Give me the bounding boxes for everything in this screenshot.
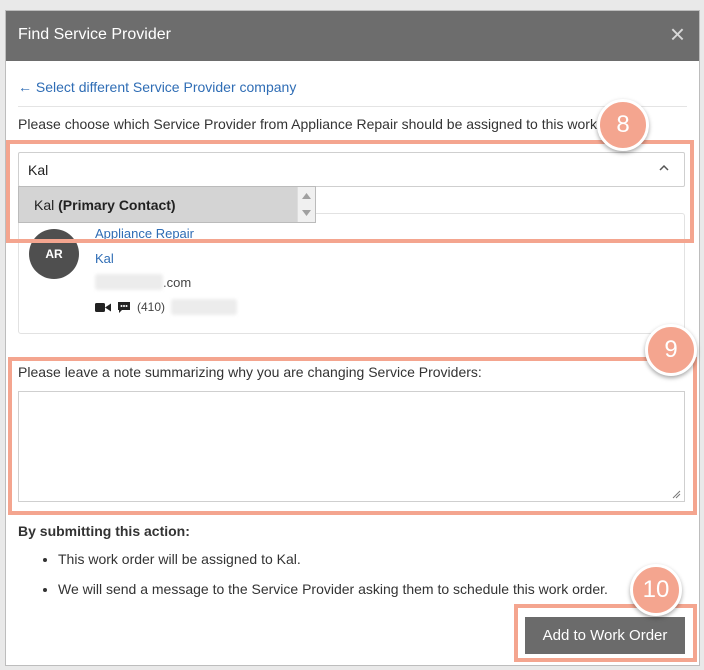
annotation-step-9-badge: 9 bbox=[645, 324, 697, 376]
chat-icon[interactable] bbox=[117, 301, 131, 314]
provider-phone: (410) bbox=[95, 299, 238, 315]
select-different-company-link[interactable]: ← Select different Service Provider comp… bbox=[18, 79, 296, 95]
provider-choice-prompt: Please choose which Service Provider fro… bbox=[18, 116, 638, 132]
annotation-step-10-badge: 10 bbox=[630, 564, 682, 616]
list-item: We will send a message to the Service Pr… bbox=[58, 581, 698, 597]
submit-heading: By submitting this action: bbox=[18, 523, 190, 539]
annotation-highlight-button bbox=[514, 604, 697, 662]
annotation-step-8-badge: 8 bbox=[597, 99, 649, 151]
modal-header: Find Service Provider × bbox=[6, 11, 699, 61]
close-icon[interactable]: × bbox=[670, 21, 685, 47]
find-service-provider-modal: Find Service Provider × ← Select differe… bbox=[5, 10, 700, 666]
provider-email: .com bbox=[95, 274, 191, 290]
submit-consequences-list: This work order will be assigned to Kal.… bbox=[18, 551, 698, 611]
divider bbox=[18, 106, 687, 107]
email-suffix: .com bbox=[163, 274, 192, 290]
video-camera-icon[interactable] bbox=[95, 302, 111, 313]
phone-prefix: (410) bbox=[137, 300, 166, 314]
provider-contact-link[interactable]: Kal bbox=[95, 251, 114, 266]
redacted-email bbox=[95, 274, 163, 290]
redacted-phone bbox=[171, 299, 238, 315]
arrow-left-icon: ← bbox=[18, 79, 32, 95]
list-item: This work order will be assigned to Kal. bbox=[58, 551, 698, 567]
annotation-highlight-select bbox=[6, 140, 694, 243]
modal-title: Find Service Provider bbox=[18, 26, 171, 43]
annotation-highlight-note bbox=[8, 357, 697, 515]
select-different-company-label: Select different Service Provider compan… bbox=[35, 79, 297, 95]
